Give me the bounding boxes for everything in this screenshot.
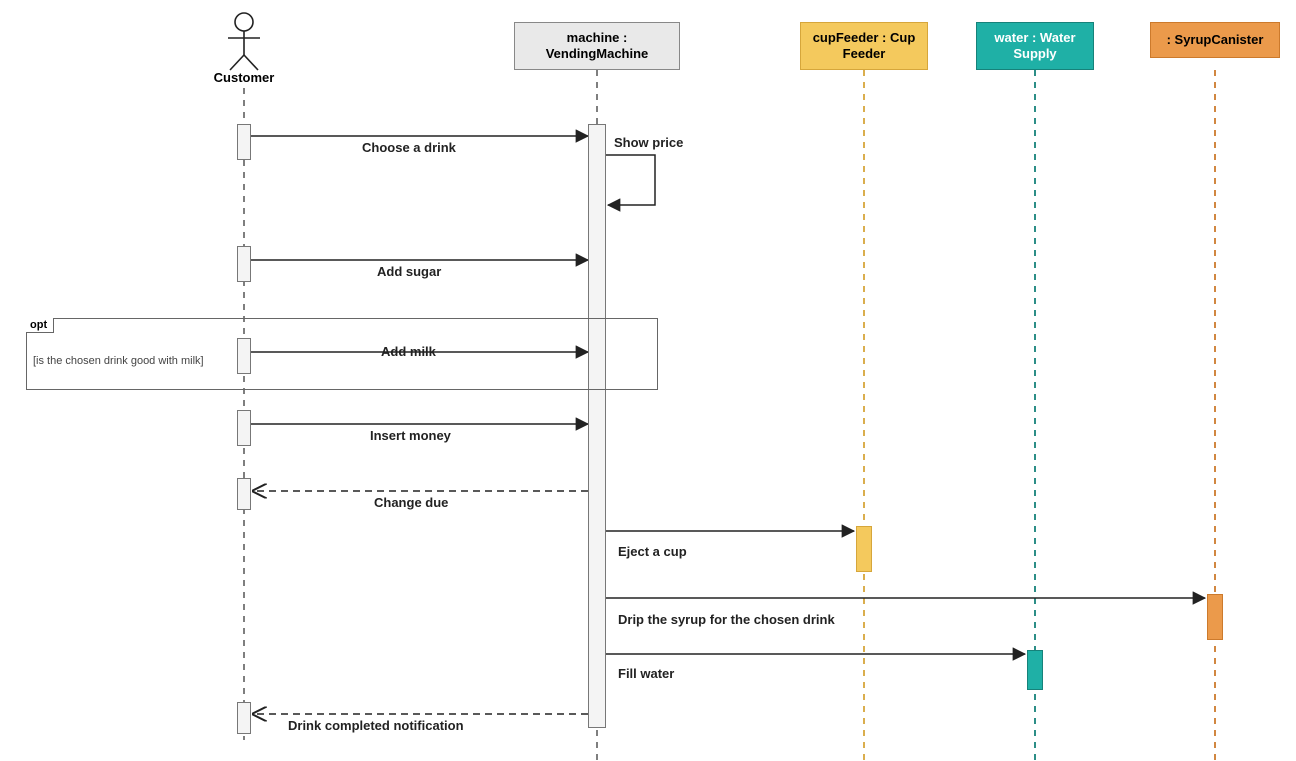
msg-label-drip-syrup: Drip the syrup for the chosen drink <box>618 612 835 627</box>
activation-customer-2 <box>237 246 251 282</box>
opt-fragment-guard: [is the chosen drink good with milk] <box>33 355 204 367</box>
activation-machine <box>588 124 606 728</box>
opt-fragment[interactable]: opt [is the chosen drink good with milk] <box>26 318 658 390</box>
lifeline-head-water[interactable]: water : Water Supply <box>976 22 1094 70</box>
actor-figure <box>228 13 260 70</box>
msg-label-insert-money: Insert money <box>370 428 451 443</box>
msg-label-change-due: Change due <box>374 495 448 510</box>
msg-label-eject-cup: Eject a cup <box>618 544 687 559</box>
activation-syrup <box>1207 594 1223 640</box>
activation-customer-5 <box>237 478 251 510</box>
actor-label: Customer <box>200 70 288 85</box>
msg-label-add-sugar: Add sugar <box>377 264 441 279</box>
msg-label-fill-water: Fill water <box>618 666 674 681</box>
msg-label-show-price: Show price <box>614 135 683 150</box>
lifeline-head-cupfeeder[interactable]: cupFeeder : Cup Feeder <box>800 22 928 70</box>
activation-cupfeeder <box>856 526 872 572</box>
lifeline-head-syrup[interactable]: : SyrupCanister <box>1150 22 1280 58</box>
activation-customer-6 <box>237 702 251 734</box>
msg-label-drink-done: Drink completed notification <box>288 718 464 733</box>
opt-fragment-tag: opt <box>26 318 54 333</box>
activation-customer-1 <box>237 124 251 160</box>
activation-customer-4 <box>237 410 251 446</box>
msg-label-choose-drink: Choose a drink <box>362 140 456 155</box>
msg-arrow-show-price <box>606 155 655 205</box>
msg-label-add-milk: Add milk <box>381 344 436 359</box>
activation-water <box>1027 650 1043 690</box>
lifeline-head-machine[interactable]: machine : VendingMachine <box>514 22 680 70</box>
